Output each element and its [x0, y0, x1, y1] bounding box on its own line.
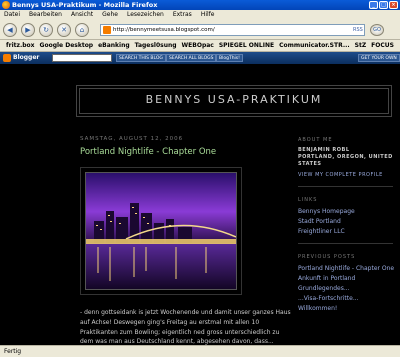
- blogger-favicon: [103, 26, 111, 34]
- post-date: SAMSTAG, AUGUST 12, 2006: [80, 136, 184, 142]
- minimize-button[interactable]: _: [369, 1, 378, 9]
- sidebar-divider: [298, 243, 393, 244]
- previous-post-link[interactable]: ...Visa-Fortschritte...: [298, 294, 400, 304]
- bookmark-item[interactable]: WEBOpac: [182, 40, 214, 51]
- author-location: PORTLAND, OREGON, UNITED STATES: [298, 154, 393, 167]
- post-body-line: auf Achse! Deswegen ging's Freitag au er…: [80, 318, 260, 326]
- blog-header: BENNYS USA-PRAKTIKUM: [76, 85, 392, 117]
- go-button[interactable]: GO: [370, 24, 384, 36]
- status-bar: Fertig: [0, 345, 400, 357]
- rss-icon[interactable]: RSS: [353, 26, 363, 34]
- bookmark-item[interactable]: Tagesl0sung: [135, 40, 177, 51]
- reload-icon[interactable]: ↻: [39, 23, 53, 37]
- stop-icon[interactable]: ✕: [57, 23, 71, 37]
- blogger-brand[interactable]: Blogger: [13, 52, 39, 64]
- previous-post-link[interactable]: Portland Nightlife - Chapter One: [298, 264, 400, 274]
- bookmark-item[interactable]: Google Desktop: [40, 40, 94, 51]
- bookmark-item[interactable]: StZ: [355, 40, 367, 51]
- window-titlebar: Bennys USA-Praktikum - Mozilla Firefox _…: [0, 0, 400, 10]
- home-icon[interactable]: ⌂: [75, 23, 89, 37]
- about-heading: ABOUT ME: [298, 137, 333, 143]
- blog-sidebar: ABOUT ME BENJAMIN ROBL PORTLAND, OREGON,…: [298, 137, 400, 314]
- previous-post-link[interactable]: Grundlegendes...: [298, 284, 400, 294]
- post-body-line: Praktikanten zum Bowling; eigentlich ned…: [80, 328, 280, 336]
- post-photo-frame: [80, 167, 242, 295]
- portland-night-photo[interactable]: [85, 172, 237, 290]
- url-text: http://bennymeetsusa.blogspot.com/: [113, 27, 215, 33]
- menu-extras[interactable]: Extras: [173, 10, 192, 20]
- blogger-navbar: Blogger SEARCH THIS BLOG SEARCH ALL BLOG…: [0, 52, 400, 64]
- view-profile-link[interactable]: VIEW MY COMPLETE PROFILE: [298, 171, 400, 180]
- sidebar-divider: [298, 186, 393, 187]
- close-button[interactable]: ×: [389, 1, 398, 9]
- bookmark-item[interactable]: Communicator.STR...: [279, 40, 350, 51]
- status-text: Fertig: [4, 348, 22, 355]
- sidebar-link[interactable]: Stadt Portland: [298, 217, 400, 227]
- bookmark-item[interactable]: FOCUS: [371, 40, 394, 51]
- bookmarks-toolbar: fritz.box Google Desktop eBanking Tagesl…: [0, 40, 400, 52]
- blog-title[interactable]: BENNYS USA-PRAKTIKUM: [77, 86, 391, 114]
- blogger-logo-icon[interactable]: [3, 54, 11, 62]
- window-title: Bennys USA-Praktikum - Mozilla Firefox: [12, 1, 158, 9]
- search-all-blogs-button[interactable]: SEARCH ALL BLOGS: [166, 54, 217, 62]
- menu-datei[interactable]: Datei: [4, 10, 20, 20]
- post-title[interactable]: Portland Nightlife - Chapter One: [80, 147, 216, 157]
- get-your-own-button[interactable]: GET YOUR OWN: [358, 54, 400, 62]
- forward-icon[interactable]: ▶: [21, 23, 35, 37]
- back-icon[interactable]: ◀: [3, 23, 17, 37]
- sidebar-link[interactable]: Bennys Homepage: [298, 207, 400, 217]
- bookmark-item[interactable]: fritz.box: [6, 40, 35, 51]
- author-name[interactable]: BENJAMIN ROBL: [298, 147, 400, 154]
- menu-lesezeichen[interactable]: Lesezeichen: [127, 10, 164, 20]
- bookmark-item[interactable]: eBanking: [98, 40, 130, 51]
- search-this-blog-button[interactable]: SEARCH THIS BLOG: [116, 54, 166, 62]
- page-content: BENNYS USA-PRAKTIKUM SAMSTAG, AUGUST 12,…: [0, 65, 400, 345]
- url-bar[interactable]: http://bennymeetsusa.blogspot.com/ RSS: [100, 24, 365, 36]
- post-body-line: - denn gottseidank is jetzt Wochenende u…: [80, 309, 291, 316]
- navigation-toolbar: ◀ ▶ ↻ ✕ ⌂ http://bennymeetsusa.blogspot.…: [0, 20, 400, 40]
- menu-gehe[interactable]: Gehe: [102, 10, 118, 20]
- menu-hilfe[interactable]: Hilfe: [201, 10, 215, 20]
- maximize-button[interactable]: □: [379, 1, 388, 9]
- previous-post-link[interactable]: Willkommen!: [298, 304, 400, 314]
- previous-posts-heading: PREVIOUS POSTS: [298, 254, 356, 260]
- window-controls: _ □ ×: [369, 1, 398, 9]
- previous-post-link[interactable]: Ankunft in Portland: [298, 274, 400, 284]
- links-heading: LINKS: [298, 197, 318, 203]
- post-body: - denn gottseidank is jetzt Wochenende u…: [80, 308, 300, 347]
- menu-bearbeiten[interactable]: Bearbeiten: [29, 10, 62, 20]
- firefox-icon: [2, 1, 10, 9]
- sidebar-link[interactable]: Freightliner LLC: [298, 227, 400, 237]
- blogthis-button[interactable]: BlogThis!: [216, 54, 243, 62]
- blog-search-input[interactable]: [52, 54, 112, 62]
- menu-bar: Datei Bearbeiten Ansicht Gehe Lesezeiche…: [0, 10, 400, 20]
- bookmark-item[interactable]: SPIEGEL ONLINE: [219, 40, 274, 51]
- menu-ansicht[interactable]: Ansicht: [71, 10, 93, 20]
